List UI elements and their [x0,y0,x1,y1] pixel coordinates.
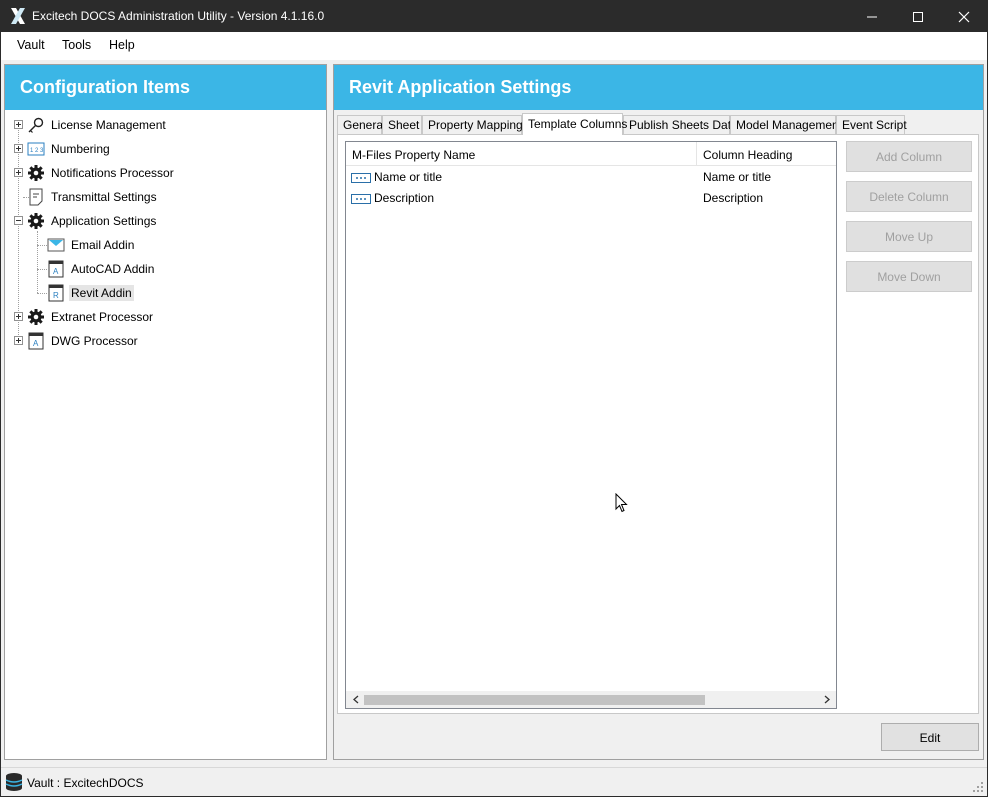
tree-item-dwg-processor[interactable]: A DWG Processor [14,330,140,352]
property-name: Description [374,191,435,205]
tree-item-label: License Management [51,118,166,132]
horizontal-scrollbar[interactable] [346,691,836,708]
resize-grip-icon[interactable] [972,781,984,793]
property-name: Name or title [374,170,443,184]
gear-icon [27,164,45,182]
expand-icon[interactable] [14,168,23,177]
tab-sheet[interactable]: Sheet [382,115,422,134]
list-item[interactable]: Description Description [346,188,836,209]
application-window: Excitech DOCS Administration Utility - V… [0,0,988,797]
tab-publish-sheets-data[interactable]: Publish Sheets Data [623,115,738,134]
add-column-button[interactable]: Add Column [846,141,972,172]
expand-icon[interactable] [14,144,23,153]
numbering-icon: 1 2 3 [27,140,45,158]
tree-item-label: Application Settings [51,214,157,228]
tree-item-label: Transmittal Settings [51,190,157,204]
tree-item-label: DWG Processor [51,334,138,348]
tree-item-label: Email Addin [71,238,135,252]
scrollbar-thumb[interactable] [364,695,705,705]
list-header: M-Files Property Name Column Heading [346,142,836,166]
tab-template-columns[interactable]: Template Columns [522,113,627,135]
maximize-icon [913,11,923,22]
property-icon [351,193,371,204]
database-icon [5,772,23,792]
tab-event-script[interactable]: Event Script [836,115,907,134]
tab-property-mapping[interactable]: Property Mapping [422,115,523,134]
column-header-heading[interactable]: Column Heading [697,142,837,166]
tree-item-autocad-addin[interactable]: A AutoCAD Addin [47,258,156,280]
window-title: Excitech DOCS Administration Utility - V… [32,9,325,23]
tree-item-extranet-processor[interactable]: Extranet Processor [14,306,155,328]
move-down-button[interactable]: Move Down [846,261,972,292]
status-bar: Vault : ExcitechDOCS [1,767,987,796]
gear-icon [27,308,45,326]
expand-icon[interactable] [14,120,23,129]
maximize-button[interactable] [895,1,941,32]
tree-item-notifications-processor[interactable]: Notifications Processor [14,162,176,184]
list-item[interactable]: Name or title Name or title [346,167,836,188]
delete-column-button[interactable]: Delete Column [846,181,972,212]
menu-vault[interactable]: Vault [17,38,45,52]
tree-item-transmittal-settings[interactable]: Transmittal Settings [27,186,159,208]
settings-panel: Revit Application Settings General Sheet… [333,64,984,760]
move-up-button[interactable]: Move Up [846,221,972,252]
expand-icon[interactable] [14,312,23,321]
tree-item-label: AutoCAD Addin [71,262,155,276]
email-icon [47,236,65,254]
column-heading: Name or title [703,170,772,184]
configuration-header: Configuration Items [5,65,326,110]
minimize-icon [867,16,877,17]
vault-status: Vault : ExcitechDOCS [27,776,144,790]
tree-item-email-addin[interactable]: Email Addin [47,234,136,256]
svg-text:1 2 3: 1 2 3 [30,148,44,154]
column-header-property-name[interactable]: M-Files Property Name [346,142,697,166]
tree-item-label: Revit Addin [69,285,134,301]
tree-item-application-settings[interactable]: Application Settings [14,210,158,232]
template-columns-list[interactable]: M-Files Property Name Column Heading Nam… [345,141,837,709]
title-bar[interactable]: Excitech DOCS Administration Utility - V… [1,1,987,32]
excitech-x-icon [8,6,28,26]
template-columns-page: M-Files Property Name Column Heading Nam… [337,134,979,714]
tree-item-license-management[interactable]: License Management [14,114,168,136]
scroll-right-icon[interactable] [818,693,835,706]
gear-icon [27,212,45,230]
tab-model-management[interactable]: Model Management [730,115,842,134]
collapse-icon[interactable] [14,216,23,225]
column-heading: Description [703,191,764,205]
scroll-left-icon[interactable] [347,693,364,706]
key-icon [27,116,45,134]
edit-button[interactable]: Edit [881,723,979,751]
document-icon [27,188,45,206]
close-icon [958,11,970,22]
menu-bar: Vault Tools Help [1,32,987,60]
autocad-icon: A [27,332,45,350]
revit-icon: R [47,284,65,302]
close-button[interactable] [941,1,987,32]
tree-item-label: Notifications Processor [51,166,174,180]
svg-text:A: A [53,267,59,276]
settings-header: Revit Application Settings [334,65,983,110]
tab-general[interactable]: General [337,115,386,134]
minimize-button[interactable] [849,1,895,32]
svg-text:A: A [33,339,39,348]
menu-help[interactable]: Help [109,38,135,52]
tree-item-label: Extranet Processor [51,310,154,324]
tree-item-numbering[interactable]: 1 2 3 Numbering [14,138,112,160]
tree-item-revit-addin[interactable]: R Revit Addin [47,282,134,304]
menu-tools[interactable]: Tools [62,38,91,52]
property-icon [351,172,371,183]
tree-item-label: Numbering [51,142,110,156]
configuration-panel: Configuration Items License Management 1… [4,64,327,760]
expand-icon[interactable] [14,336,23,345]
mouse-cursor-icon [615,492,629,514]
autocad-icon: A [47,260,65,278]
svg-text:R: R [53,291,59,300]
